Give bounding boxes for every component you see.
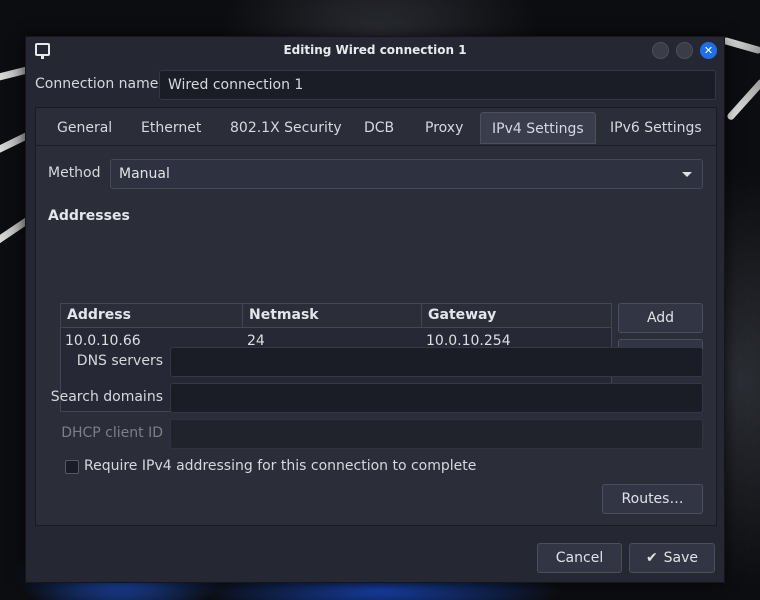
- chevron-down-icon: [682, 172, 692, 177]
- method-value: Manual: [119, 166, 170, 182]
- tab-ipv6-settings[interactable]: IPv6 Settings: [599, 112, 713, 144]
- wallpaper-streak: [721, 36, 760, 55]
- connection-name-label: Connection name: [35, 76, 159, 92]
- tab-ethernet[interactable]: Ethernet: [130, 112, 212, 144]
- column-header-address[interactable]: Address: [61, 304, 243, 328]
- save-label: Save: [663, 550, 699, 566]
- cancel-button[interactable]: Cancel: [537, 543, 622, 573]
- checkmark-icon: ✔: [645, 550, 658, 566]
- tab-ipv4-settings[interactable]: IPv4 Settings: [480, 112, 596, 144]
- connection-editor-dialog: Editing Wired connection 1 ✕ Connection …: [25, 36, 725, 583]
- window-title: Editing Wired connection 1: [283, 43, 467, 57]
- dns-servers-input[interactable]: [170, 347, 703, 377]
- dhcp-client-id-label: DHCP client ID: [61, 425, 163, 441]
- minimize-button[interactable]: [652, 42, 669, 59]
- tab-8021x-security[interactable]: 802.1X Security: [219, 112, 353, 144]
- close-icon: ✕: [703, 44, 714, 57]
- column-header-netmask[interactable]: Netmask: [243, 304, 422, 328]
- addresses-title: Addresses: [48, 208, 130, 224]
- tab-general[interactable]: General: [46, 112, 123, 144]
- add-address-button[interactable]: Add: [618, 303, 703, 333]
- settings-panel: General Ethernet 802.1X Security DCB Pro…: [35, 107, 717, 526]
- require-ipv4-label[interactable]: Require IPv4 addressing for this connect…: [84, 458, 476, 474]
- dns-servers-label: DNS servers: [76, 353, 163, 369]
- tab-bar: General Ethernet 802.1X Security DCB Pro…: [36, 108, 716, 146]
- search-domains-label: Search domains: [50, 389, 163, 405]
- save-button[interactable]: ✔ Save: [629, 543, 715, 573]
- column-header-gateway[interactable]: Gateway: [422, 304, 611, 328]
- maximize-button[interactable]: [676, 42, 693, 59]
- method-select[interactable]: Manual: [110, 159, 703, 189]
- title-bar[interactable]: Editing Wired connection 1 ✕: [26, 37, 724, 65]
- require-ipv4-checkbox[interactable]: [65, 460, 79, 474]
- search-domains-input[interactable]: [170, 383, 703, 413]
- connection-name-input[interactable]: Wired connection 1: [159, 70, 716, 100]
- method-label: Method: [48, 165, 101, 181]
- tab-proxy[interactable]: Proxy: [414, 112, 474, 144]
- tab-dcb[interactable]: DCB: [353, 112, 405, 144]
- dhcp-client-id-input: [170, 419, 703, 449]
- close-button[interactable]: ✕: [700, 42, 717, 59]
- routes-button[interactable]: Routes…: [602, 484, 703, 514]
- wallpaper-streak: [726, 77, 760, 122]
